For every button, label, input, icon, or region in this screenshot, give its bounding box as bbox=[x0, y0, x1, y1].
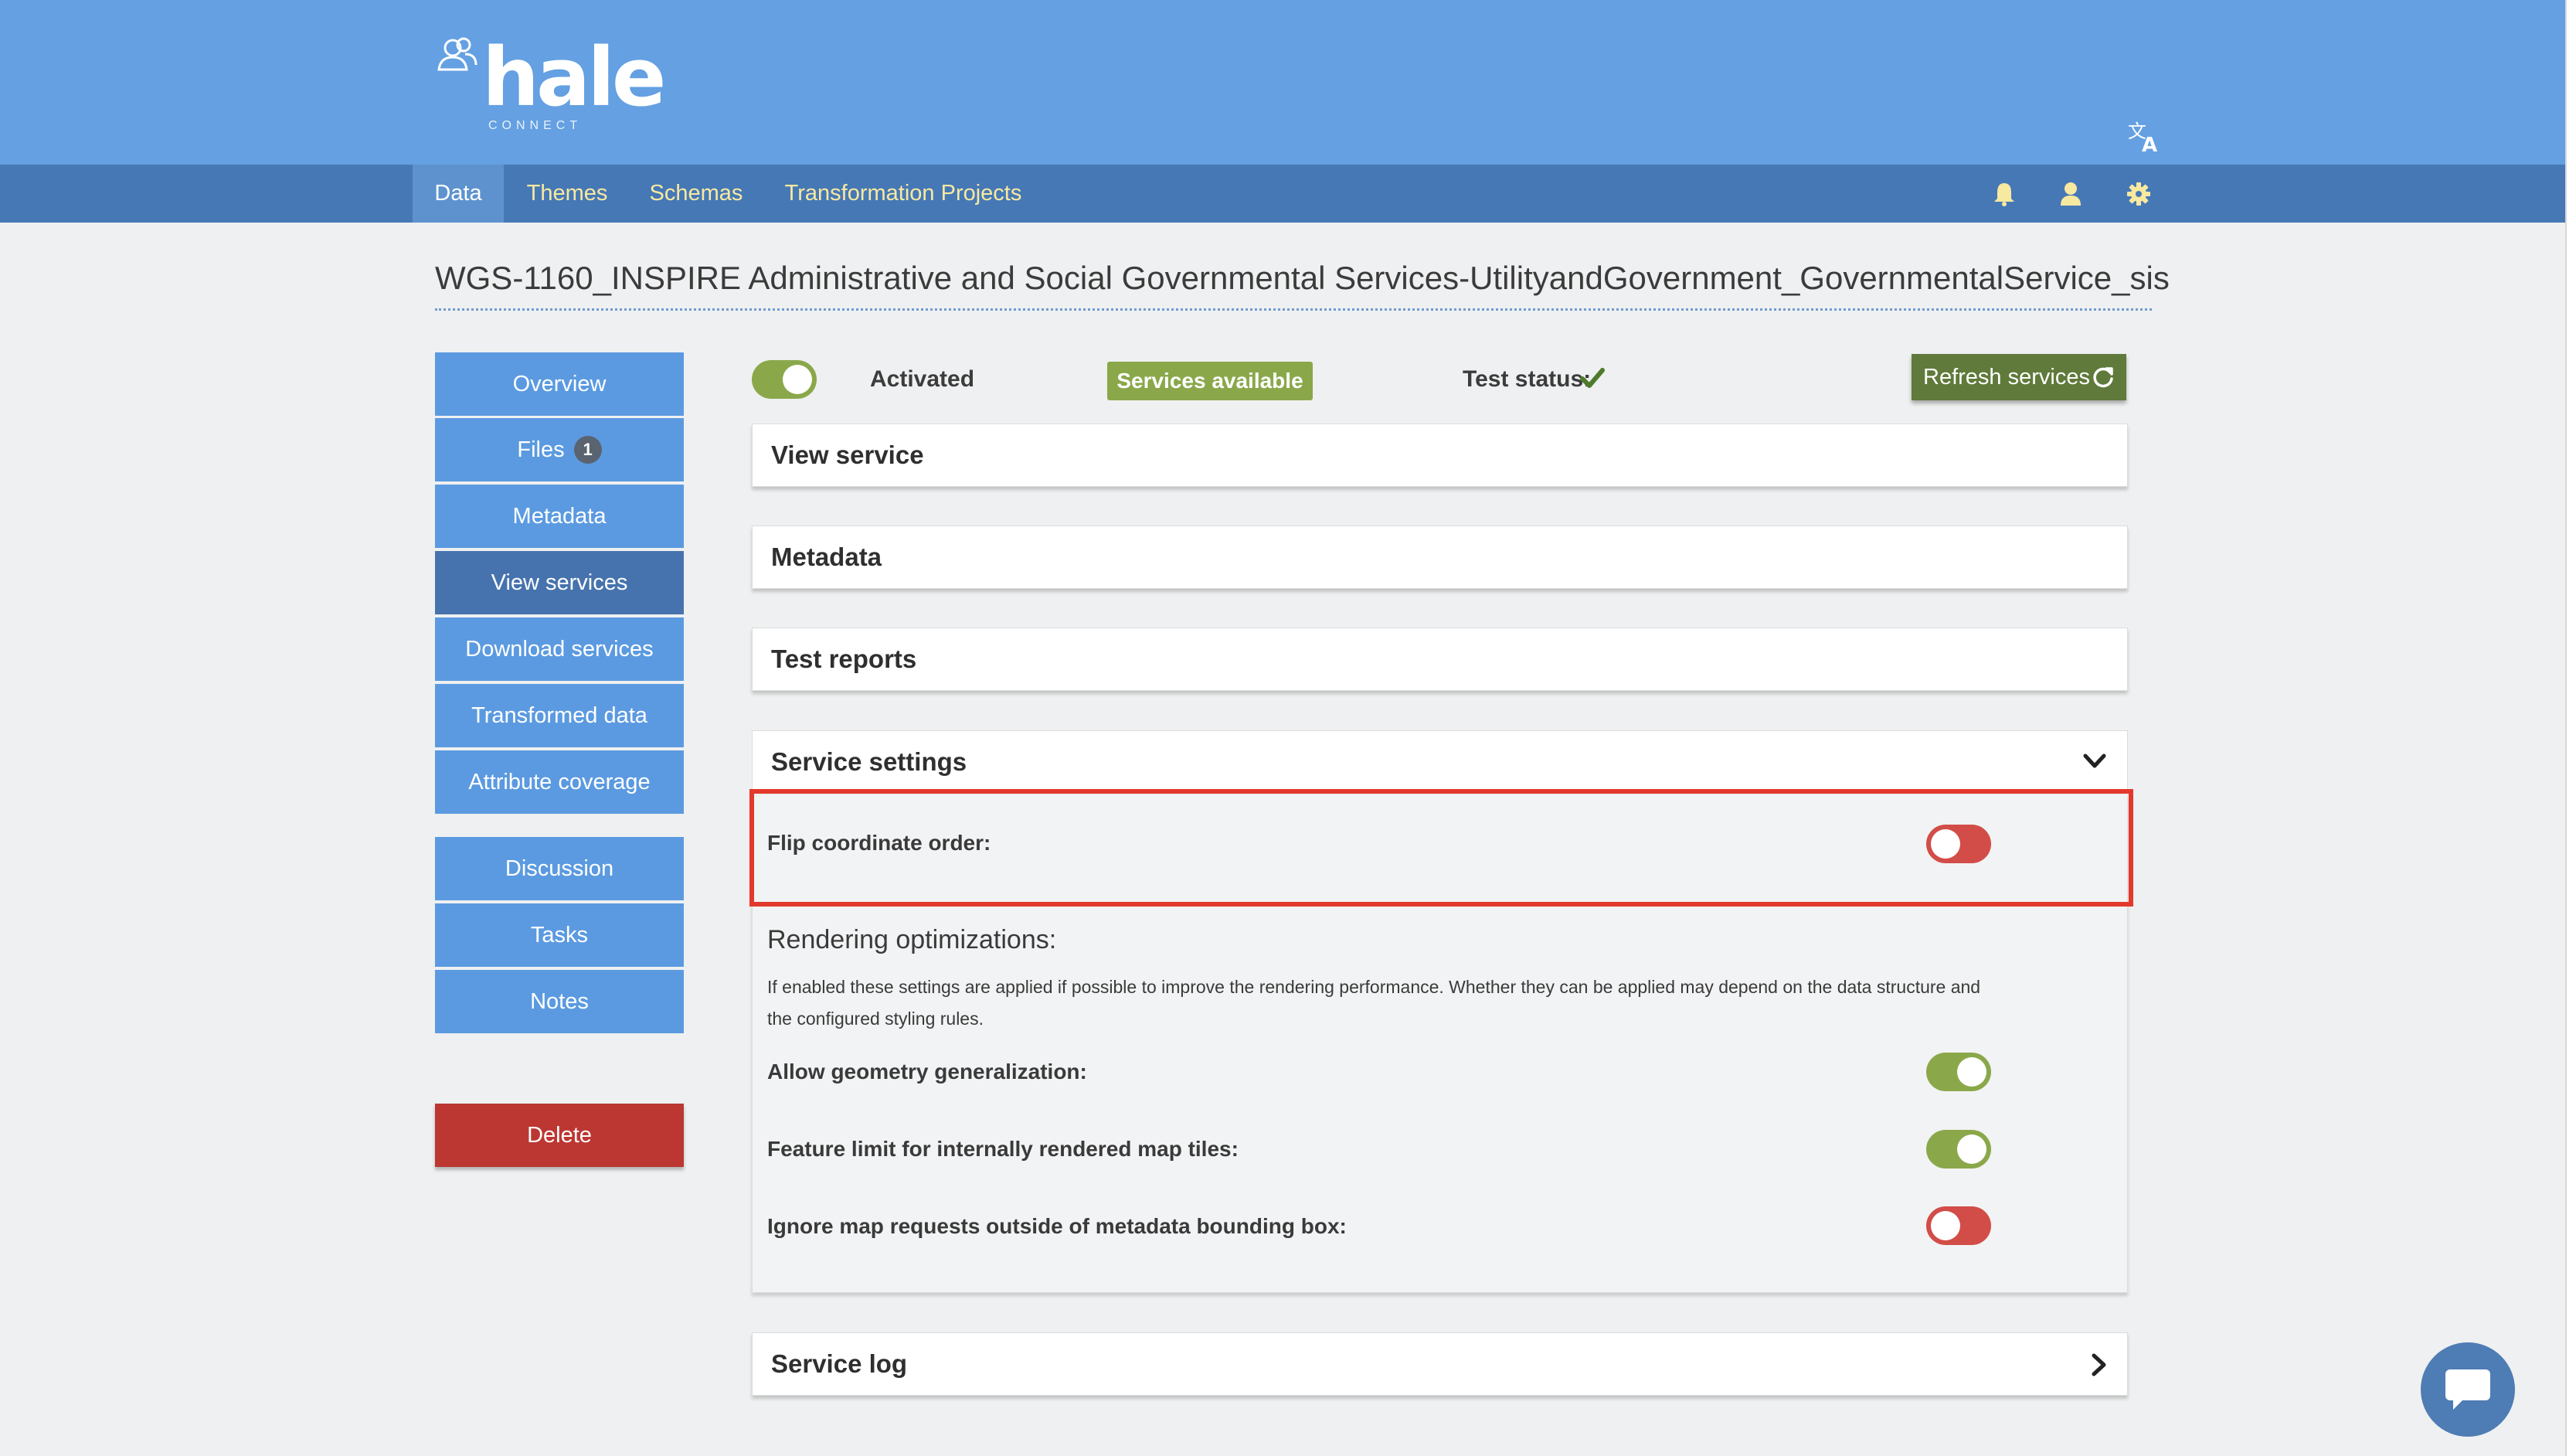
sidebar-item-label: View services bbox=[491, 570, 628, 595]
toggle-knob bbox=[1957, 1057, 1986, 1087]
sidebar-item-discussion[interactable]: Discussion bbox=[435, 837, 684, 900]
svg-text:A: A bbox=[2142, 134, 2157, 155]
nav-data-label: Data bbox=[434, 181, 482, 206]
sidebar-item-label: Download services bbox=[465, 636, 654, 662]
nav-schemas-label: Schemas bbox=[649, 181, 743, 206]
logo-wordmark: hale bbox=[482, 30, 666, 124]
nav-schemas[interactable]: Schemas bbox=[638, 165, 754, 223]
panel-view-service[interactable]: View service bbox=[752, 424, 2128, 487]
app-logo[interactable]: hale CONNECT bbox=[433, 32, 666, 133]
users-logo-icon bbox=[437, 37, 477, 71]
chevron-down-icon[interactable] bbox=[2082, 750, 2108, 773]
allow-geometry-generalization-toggle[interactable] bbox=[1926, 1053, 1991, 1091]
refresh-services-label: Refresh services bbox=[1923, 364, 2090, 390]
sidebar-item-download-services[interactable]: Download services bbox=[435, 617, 684, 681]
sidebar-item-transformed-data[interactable]: Transformed data bbox=[435, 684, 684, 747]
nav-themes-label: Themes bbox=[526, 181, 608, 206]
panel-title: Test reports bbox=[771, 645, 917, 673]
sidebar-item-attribute-coverage[interactable]: Attribute coverage bbox=[435, 750, 684, 814]
translate-icon[interactable]: 文 A bbox=[2126, 117, 2163, 157]
panel-metadata[interactable]: Metadata bbox=[752, 526, 2128, 589]
ignore-map-requests-toggle[interactable] bbox=[1926, 1206, 1991, 1245]
toggle-knob bbox=[1957, 1135, 1986, 1164]
nav-data[interactable]: Data bbox=[413, 165, 504, 223]
toggle-knob bbox=[1931, 1211, 1960, 1240]
panel-test-reports[interactable]: Test reports bbox=[752, 628, 2128, 691]
highlight-outline bbox=[749, 789, 2133, 907]
nav-transformation-projects-label: Transformation Projects bbox=[784, 181, 1022, 206]
user-icon[interactable] bbox=[2049, 165, 2092, 223]
sidebar-item-notes[interactable]: Notes bbox=[435, 970, 684, 1033]
activated-toggle[interactable] bbox=[752, 360, 817, 399]
chat-bubble-icon bbox=[2445, 1369, 2490, 1410]
page-title: WGS-1160_INSPIRE Administrative and Soci… bbox=[435, 260, 2170, 296]
bell-icon[interactable] bbox=[1983, 165, 2026, 223]
sidebar-item-label: Files bbox=[517, 437, 565, 462]
sidebar-item-overview[interactable]: Overview bbox=[435, 352, 684, 416]
gear-icon[interactable] bbox=[2117, 165, 2160, 223]
refresh-icon bbox=[2093, 367, 2113, 388]
sidebar-item-label: Tasks bbox=[530, 922, 589, 947]
sidebar-item-files[interactable]: Files 1 bbox=[435, 418, 684, 481]
top-header bbox=[0, 0, 2565, 165]
chevron-right-icon[interactable] bbox=[2088, 1352, 2109, 1378]
sidebar-item-metadata[interactable]: Metadata bbox=[435, 485, 684, 548]
sidebar-item-label: Metadata bbox=[512, 503, 607, 529]
ignore-map-requests-label: Ignore map requests outside of metadata … bbox=[767, 1214, 1347, 1238]
refresh-services-button[interactable]: Refresh services bbox=[1912, 354, 2126, 400]
nav-themes[interactable]: Themes bbox=[513, 165, 621, 223]
panel-title: Service log bbox=[771, 1349, 908, 1378]
rendering-description-line2: the configured styling rules. bbox=[767, 1009, 984, 1029]
allow-geometry-generalization-label: Allow geometry generalization: bbox=[767, 1060, 1087, 1083]
chat-button[interactable] bbox=[2421, 1342, 2515, 1437]
panel-service-log[interactable]: Service log bbox=[752, 1332, 2128, 1396]
sidebar-item-tasks[interactable]: Tasks bbox=[435, 903, 684, 967]
main-navbar bbox=[0, 165, 2565, 223]
files-count-badge: 1 bbox=[573, 436, 602, 464]
panel-title: Metadata bbox=[771, 543, 882, 571]
nav-transformation-projects[interactable]: Transformation Projects bbox=[776, 165, 1031, 223]
delete-button[interactable]: Delete bbox=[435, 1104, 684, 1167]
panel-title: Service settings bbox=[771, 747, 967, 776]
logo-subtitle: CONNECT bbox=[488, 119, 583, 132]
rendering-description-line1: If enabled these settings are applied if… bbox=[767, 977, 1981, 997]
panel-title: View service bbox=[771, 441, 924, 469]
toggle-knob bbox=[783, 365, 812, 394]
feature-limit-toggle[interactable] bbox=[1926, 1130, 1991, 1169]
title-divider bbox=[435, 308, 2152, 311]
feature-limit-label: Feature limit for internally rendered ma… bbox=[767, 1137, 1239, 1161]
check-icon bbox=[1580, 368, 1605, 388]
sidebar-item-label: Discussion bbox=[505, 856, 614, 881]
sidebar-item-label: Notes bbox=[530, 988, 589, 1014]
panel-service-settings[interactable]: Service settings bbox=[752, 730, 2128, 794]
delete-button-label: Delete bbox=[527, 1122, 592, 1148]
sidebar-item-label: Overview bbox=[512, 371, 607, 396]
sidebar-item-label: Transformed data bbox=[471, 702, 647, 728]
rendering-optimizations-heading: Rendering optimizations: bbox=[767, 925, 1057, 954]
services-available-badge: Services available bbox=[1107, 362, 1313, 400]
test-status-label: Test status: bbox=[1463, 366, 1592, 392]
sidebar-item-view-services[interactable]: View services bbox=[435, 551, 684, 614]
scrollbar[interactable] bbox=[2565, 0, 2576, 1456]
activated-label: Activated bbox=[870, 366, 975, 392]
sidebar-item-label: Attribute coverage bbox=[468, 769, 651, 794]
